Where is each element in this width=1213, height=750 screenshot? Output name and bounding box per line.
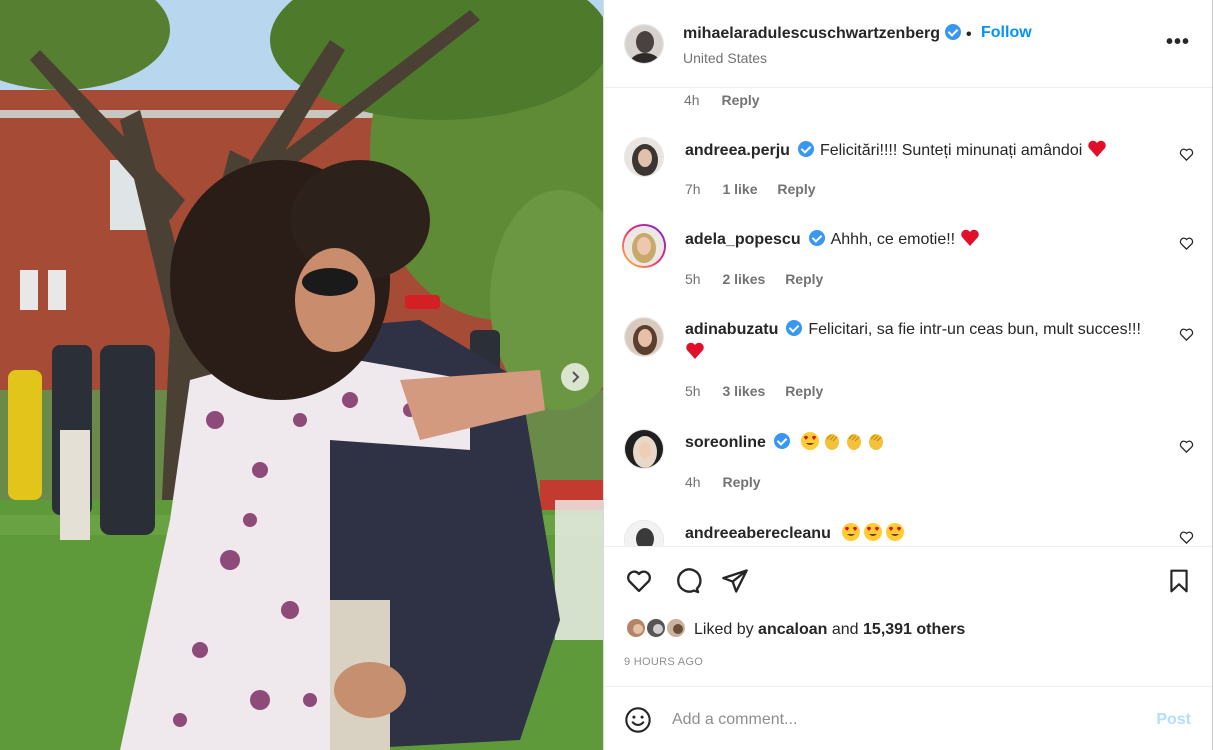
avatar-image — [625, 25, 663, 63]
comment-username[interactable]: andreeaberecleanu — [685, 525, 831, 542]
post-details-panel: mihaelaradulescuschwartzenberg • Follow … — [603, 0, 1213, 750]
avatar — [645, 617, 667, 639]
post-actions: Liked by ancaloan and 15,391 others 9 HO… — [604, 546, 1212, 686]
avatar[interactable] — [622, 224, 666, 268]
photo-illustration — [0, 0, 603, 750]
comment-likes[interactable]: 3 likes — [722, 383, 765, 399]
comment-username[interactable]: andreea.perju — [685, 142, 790, 159]
heart-eyes-emoji-icon — [864, 523, 883, 541]
carousel-next-button[interactable] — [561, 363, 589, 391]
avatar-image — [625, 318, 663, 356]
post-header: mihaelaradulescuschwartzenberg • Follow … — [604, 0, 1212, 88]
comment-meta: 4h Reply — [685, 474, 777, 490]
reply-button[interactable]: Reply — [785, 383, 823, 399]
red-heart-icon — [960, 229, 979, 246]
avatar[interactable] — [624, 520, 664, 546]
clapping-hands-emoji-icon — [825, 434, 840, 450]
heart-eyes-emoji-icon — [801, 432, 820, 450]
like-comment-heart-icon[interactable] — [1179, 147, 1194, 162]
reply-button[interactable]: Reply — [721, 92, 759, 108]
comment-body: Ahhh, ce emotie!! — [830, 231, 956, 248]
post-location[interactable]: United States — [683, 50, 767, 66]
comment-icon[interactable] — [672, 567, 702, 595]
add-comment-bar: Post — [604, 686, 1212, 750]
smile-icon[interactable] — [624, 706, 652, 734]
comment-time: 5h — [685, 383, 701, 399]
author-avatar[interactable] — [624, 24, 664, 64]
avatar-image — [667, 619, 685, 637]
heart-eyes-emoji-icon — [886, 523, 905, 541]
verified-icon — [808, 230, 825, 246]
comment-text: soreonline — [685, 431, 1165, 454]
verified-icon — [786, 320, 803, 336]
comment-likes[interactable]: 2 likes — [722, 271, 765, 287]
bookmark-icon[interactable] — [1166, 567, 1192, 595]
avatar-image — [625, 138, 663, 176]
avatar[interactable] — [624, 429, 664, 469]
avatar[interactable] — [624, 317, 664, 357]
comment-input[interactable] — [672, 707, 1132, 733]
avatar[interactable] — [624, 137, 664, 177]
post-comment-button[interactable]: Post — [1156, 711, 1191, 729]
comment-meta: 5h 2 likes Reply — [685, 271, 839, 287]
reply-button[interactable]: Reply — [722, 474, 760, 490]
share-icon[interactable] — [721, 567, 749, 595]
like-comment-heart-icon[interactable] — [1179, 530, 1194, 545]
liked-by-prefix: Liked by — [694, 621, 754, 638]
like-comment-heart-icon[interactable] — [1179, 327, 1194, 342]
post-timestamp[interactable]: 9 HOURS AGO — [624, 656, 703, 668]
comments-list[interactable]: 4h Reply andreea.perju Felicitări!!!! Sun… — [604, 89, 1212, 546]
avatar-image — [625, 430, 663, 468]
comment-time: 7h — [685, 181, 701, 197]
comment-time: 4h — [685, 474, 701, 490]
comment-username[interactable]: adinabuzatu — [685, 321, 778, 338]
verified-icon — [773, 433, 790, 449]
verified-icon — [797, 141, 814, 157]
previous-comment-meta: 4h Reply — [684, 92, 776, 108]
comment-username[interactable]: adela_popescu — [685, 231, 801, 248]
like-comment-heart-icon[interactable] — [1179, 236, 1194, 251]
heart-eyes-emoji-icon — [842, 523, 861, 541]
post-photo[interactable] — [0, 0, 603, 750]
reply-button[interactable]: Reply — [785, 271, 823, 287]
comment-time: 5h — [685, 271, 701, 287]
verified-icon — [944, 24, 961, 40]
comment-likes[interactable]: 1 like — [722, 181, 757, 197]
avatar — [665, 617, 687, 639]
reply-button[interactable]: Reply — [777, 181, 815, 197]
red-heart-icon — [1088, 140, 1106, 157]
avatar-image — [627, 619, 645, 637]
more-icon[interactable]: ••• — [1166, 31, 1190, 54]
comment-time: 4h — [684, 92, 700, 108]
follow-button[interactable]: Follow — [981, 24, 1032, 42]
separator-dot: • — [966, 26, 972, 43]
comment-text: adela_popescu Ahhh, ce emotie!! — [685, 228, 1165, 251]
chevron-right-icon — [572, 371, 580, 383]
likes-count[interactable]: 15,391 others — [863, 621, 965, 638]
clapping-hands-emoji-icon — [847, 434, 862, 450]
author-username-text[interactable]: mihaelaradulescuschwartzenberg — [683, 25, 940, 42]
avatar-image — [624, 226, 664, 266]
author-username[interactable]: mihaelaradulescuschwartzenberg — [683, 24, 961, 43]
comment-meta: 7h 1 like Reply — [685, 181, 832, 197]
comment-username[interactable]: soreonline — [685, 434, 766, 451]
comment-meta: 5h 3 likes Reply — [685, 383, 839, 399]
avatar-image — [625, 521, 663, 546]
comment-body: Felicitari, sa fie intr-un ceas bun, mul… — [808, 321, 1141, 338]
clapping-hands-emoji-icon — [869, 434, 884, 450]
like-heart-icon[interactable] — [624, 567, 654, 595]
comment-text: adinabuzatu Felicitari, sa fie intr-un ce… — [685, 319, 1165, 364]
comment-text: andreeaberecleanu — [685, 522, 1165, 545]
liked-by-and: and — [831, 621, 859, 638]
avatar-image — [647, 619, 665, 637]
comment-body: Felicitări!!!! Sunteți minunați amândoi — [819, 142, 1083, 159]
red-heart-icon — [686, 342, 704, 359]
liked-by-text[interactable]: Liked by ancaloan and 15,391 others — [694, 621, 965, 639]
like-comment-heart-icon[interactable] — [1179, 439, 1194, 454]
liked-by-user[interactable]: ancaloan — [758, 621, 827, 638]
avatar — [625, 617, 647, 639]
comment-text: andreea.perju Felicitări!!!! Sunteți minu… — [685, 139, 1165, 162]
